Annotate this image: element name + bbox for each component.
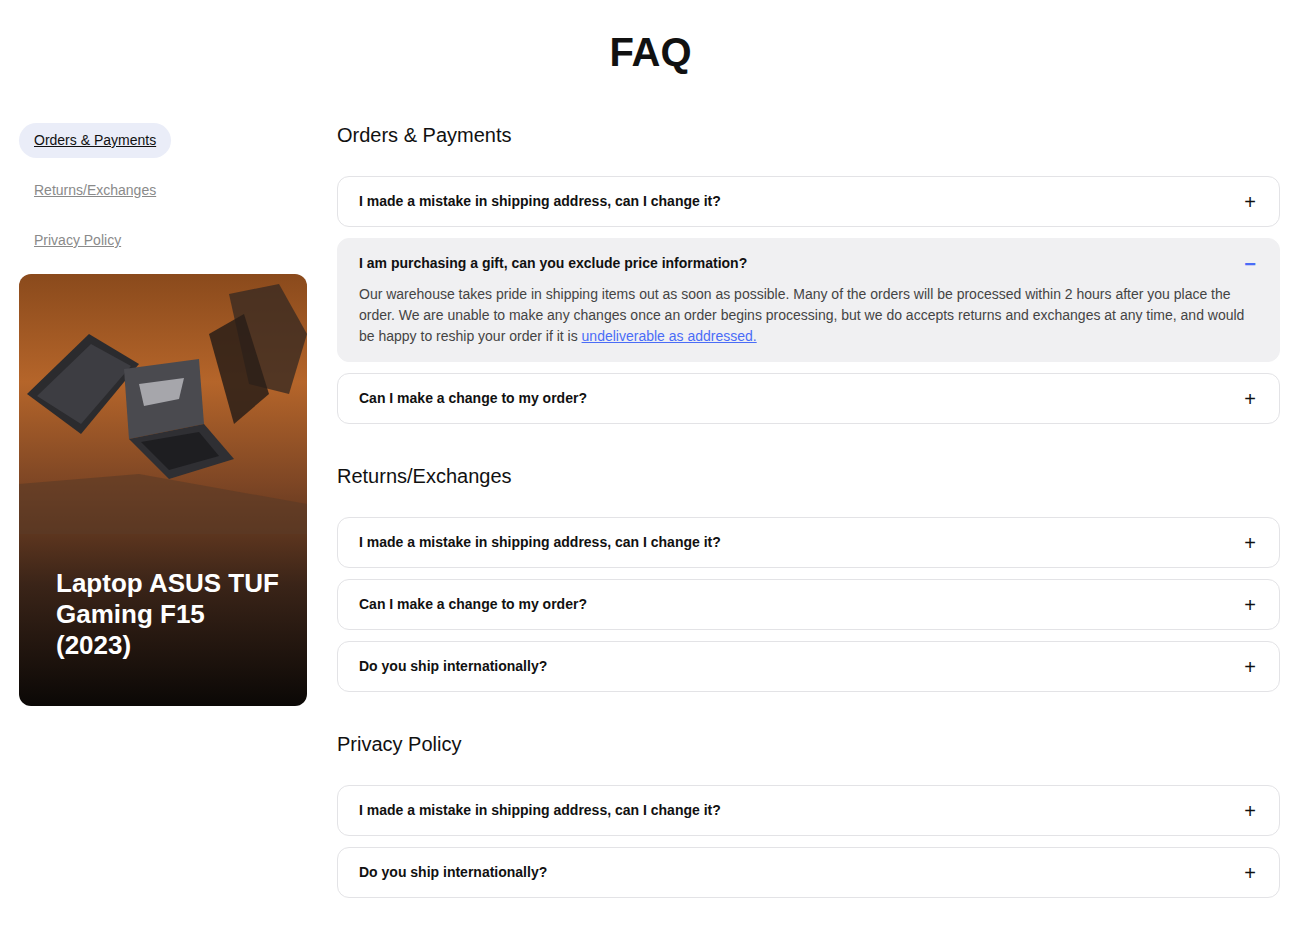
faq-item: I am purchasing a gift, can you exclude … [337,238,1280,362]
collapse-icon[interactable]: − [1242,254,1258,274]
laptop-picture-icon [19,274,307,534]
faq-question-row[interactable]: Can I make a change to my order? + [338,374,1279,423]
expand-icon[interactable]: + [1242,533,1258,553]
faq-question-row[interactable]: Can I make a change to my order? + [338,580,1279,629]
faq-question-row[interactable]: Do you ship internationally? + [338,848,1279,897]
faq-item: Can I make a change to my order? + [337,579,1280,630]
answer-text: Our warehouse takes pride in shipping it… [359,286,1244,344]
sidebar-item[interactable]: Privacy Policy [19,223,136,258]
expand-icon[interactable]: + [1242,863,1258,883]
faq-item: Can I make a change to my order? + [337,373,1280,424]
expand-icon[interactable]: + [1242,192,1258,212]
faq-question-row[interactable]: Do you ship internationally? + [338,642,1279,691]
expand-icon[interactable]: + [1242,657,1258,677]
faq-answer: Our warehouse takes pride in shipping it… [338,284,1279,361]
page-title: FAQ [0,28,1301,76]
expand-icon[interactable]: + [1242,595,1258,615]
section-title: Orders & Payments [337,123,1280,147]
page-body: Orders & Payments Returns/Exchanges Privac… [0,76,1301,938]
faq-question-row[interactable]: I made a mistake in shipping address, ca… [338,786,1279,835]
faq-item: I made a mistake in shipping address, ca… [337,517,1280,568]
faq-item: Do you ship internationally? + [337,847,1280,898]
sidebar-item[interactable]: Orders & Payments [19,123,171,158]
faq-question-row[interactable]: I made a mistake in shipping address, ca… [338,177,1279,226]
sidebar-item[interactable]: Returns/Exchanges [19,173,171,208]
promo-title: Laptop ASUS TUF Gaming F15 (2023) [56,568,287,661]
sidebar: Orders & Payments Returns/Exchanges Privac… [19,123,307,706]
faq-section: Returns/Exchanges I made a mistake in shi… [337,464,1280,692]
expand-icon[interactable]: + [1242,389,1258,409]
faq-question[interactable]: Do you ship internationally? [359,656,547,677]
faq-item: Do you ship internationally? + [337,641,1280,692]
faq-question[interactable]: I am purchasing a gift, can you exclude … [359,253,747,274]
faq-section: Orders & Payments I made a mistake in shi… [337,123,1280,424]
answer-link[interactable]: undeliverable as addressed. [582,328,757,344]
faq-section: Privacy Policy I made a mistake in shippi… [337,732,1280,898]
section-title: Privacy Policy [337,732,1280,756]
promo-card[interactable]: Laptop ASUS TUF Gaming F15 (2023) [19,274,307,706]
faq-question[interactable]: I made a mistake in shipping address, ca… [359,800,721,821]
faq-question[interactable]: Can I make a change to my order? [359,594,587,615]
faq-question-row[interactable]: I made a mistake in shipping address, ca… [338,518,1279,567]
section-title: Returns/Exchanges [337,464,1280,488]
expand-icon[interactable]: + [1242,801,1258,821]
faq-question[interactable]: Can I make a change to my order? [359,388,587,409]
faq-item: I made a mistake in shipping address, ca… [337,785,1280,836]
faq-content: Orders & Payments I made a mistake in shi… [337,123,1280,938]
faq-question[interactable]: I made a mistake in shipping address, ca… [359,191,721,212]
faq-item: I made a mistake in shipping address, ca… [337,176,1280,227]
faq-question[interactable]: Do you ship internationally? [359,862,547,883]
faq-question-row[interactable]: I am purchasing a gift, can you exclude … [338,239,1279,288]
faq-question[interactable]: I made a mistake in shipping address, ca… [359,532,721,553]
